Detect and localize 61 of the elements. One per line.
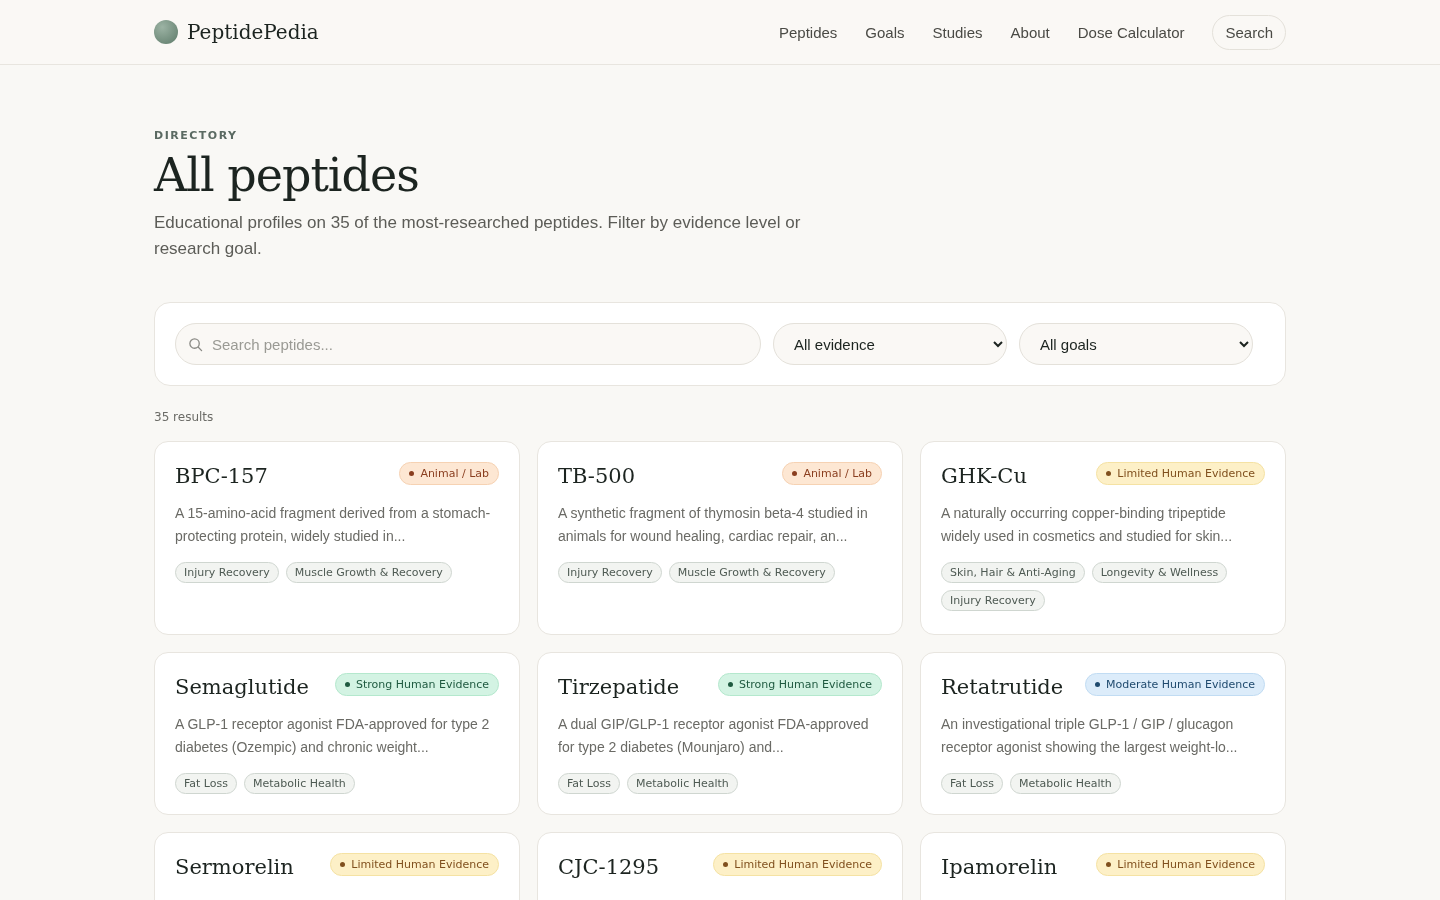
- logo-icon: [154, 20, 178, 44]
- goal-tag[interactable]: Injury Recovery: [941, 590, 1045, 611]
- nav-link[interactable]: About: [1010, 23, 1050, 41]
- nav-link[interactable]: Dose Calculator: [1077, 23, 1185, 41]
- evidence-dropdown[interactable]: All evidence: [773, 323, 1007, 365]
- goal-tag[interactable]: Muscle Growth & Recovery: [285, 562, 452, 583]
- eyebrow: DIRECTORY: [154, 129, 239, 142]
- search-field[interactable]: Search peptides...: [175, 323, 761, 365]
- peptide-card[interactable]: Retatrutide Moderate Human Evidence An investigational triple GLP-1 / GIP / glucagon receptor agonist showing the largest weight-lo... Fat Loss Metabolic Health: [920, 652, 1286, 815]
- evidence-badge: Strong Human Evidence: [718, 673, 882, 696]
- peptide-card[interactable]: GHK-Cu Limited Human Evidence A naturally occurring copper-binding tripeptide widely used in cosmetics and studied for skin... Skin, Hair & Anti-Aging Longevity & Wellness Injury Recovery: [920, 441, 1286, 635]
- peptide-description: A 15-amino-acid fragment derived from a stomach-protecting protein, widely studied in...: [175, 504, 492, 546]
- peptide-name: CJC-1295: [558, 855, 660, 879]
- page-subtitle: Educational profiles on 35 of the most-researched peptides. Filter by evidence level or research goal.: [154, 212, 802, 260]
- peptide-description: A dual GIP/GLP-1 receptor agonist FDA-approved for type 2 diabetes (Mounjaro) and...: [558, 715, 870, 757]
- peptide-name: Ipamorelin: [941, 855, 1058, 879]
- peptide-name: GHK-Cu: [941, 464, 1027, 488]
- peptide-card[interactable]: Ipamorelin Limited Human Evidence: [920, 832, 1286, 900]
- nav-link[interactable]: Studies: [932, 23, 983, 41]
- evidence-badge: Limited Human Evidence: [1096, 853, 1265, 876]
- evidence-badge: Strong Human Evidence: [335, 673, 499, 696]
- peptide-description: A naturally occurring copper-binding tripeptide widely used in cosmetics and studied for skin...: [941, 504, 1234, 546]
- nav-link[interactable]: Goals: [865, 23, 905, 41]
- goal-tag[interactable]: Skin, Hair & Anti-Aging: [941, 562, 1085, 583]
- evidence-badge: Limited Human Evidence: [1096, 462, 1265, 485]
- results-count: 35 results: [154, 410, 215, 424]
- peptide-card[interactable]: Sermorelin Limited Human Evidence: [154, 832, 520, 900]
- peptide-card[interactable]: Tirzepatide Strong Human Evidence A dual GIP/GLP-1 receptor agonist FDA-approved for type 2 diabetes (Mounjaro) and... Fat Loss Metabolic Health: [537, 652, 903, 815]
- peptide-card[interactable]: CJC-1295 Limited Human Evidence: [537, 832, 903, 900]
- logo[interactable]: PeptidePedia: [187, 20, 319, 44]
- peptide-card[interactable]: TB-500 Animal / Lab A synthetic fragment of thymosin beta-4 studied in animals for wound healing, cardiac repair, an... Injury Recovery Muscle Growth & Recovery: [537, 441, 903, 635]
- goal-tag[interactable]: Metabolic Health: [244, 773, 355, 794]
- goal-tag[interactable]: Fat Loss: [558, 773, 620, 794]
- peptide-description: An investigational triple GLP-1 / GIP / glucagon receptor agonist showing the largest weight-lo...: [941, 715, 1239, 757]
- goal-tag[interactable]: Muscle Growth & Recovery: [668, 562, 835, 583]
- peptide-name: TB-500: [558, 464, 635, 488]
- goal-tag[interactable]: Metabolic Health: [627, 773, 738, 794]
- peptide-description: A GLP-1 receptor agonist FDA-approved for type 2 diabetes (Ozempic) and chronic weight...: [175, 715, 491, 757]
- peptide-description: A synthetic fragment of thymosin beta-4 studied in animals for wound healing, cardiac repair, an...: [558, 504, 869, 546]
- goal-tag[interactable]: Longevity & Wellness: [1091, 562, 1228, 583]
- goals-dropdown[interactable]: All goals: [1019, 323, 1253, 365]
- goal-tag[interactable]: Metabolic Health: [1010, 773, 1121, 794]
- search-icon: [188, 337, 203, 352]
- evidence-badge: Animal / Lab: [782, 462, 882, 485]
- peptide-name: Tirzepatide: [558, 675, 680, 699]
- evidence-badge: Limited Human Evidence: [713, 853, 882, 876]
- peptide-name: Semaglutide: [175, 675, 309, 699]
- peptide-card[interactable]: BPC-157 Animal / Lab A 15-amino-acid fragment derived from a stomach-protecting protein, widely studied in... Injury Recovery Muscle Growth & Recovery: [154, 441, 520, 635]
- peptide-name: BPC-157: [175, 464, 268, 488]
- peptide-name: Retatrutide: [941, 675, 1064, 699]
- goal-tag[interactable]: Injury Recovery: [558, 562, 662, 583]
- nav-link[interactable]: Peptides: [778, 23, 838, 41]
- goal-tag[interactable]: Fat Loss: [175, 773, 237, 794]
- peptide-name: Sermorelin: [175, 855, 294, 879]
- evidence-badge: Moderate Human Evidence: [1084, 673, 1265, 696]
- evidence-badge: Limited Human Evidence: [330, 853, 499, 876]
- goal-tag[interactable]: Injury Recovery: [175, 562, 279, 583]
- goal-tag[interactable]: Fat Loss: [941, 773, 1003, 794]
- peptide-card[interactable]: Semaglutide Strong Human Evidence A GLP-1 receptor agonist FDA-approved for type 2 diabetes (Ozempic) and chronic weight... Fat Loss Metabolic Health: [154, 652, 520, 815]
- page-title: All peptides: [154, 148, 420, 202]
- evidence-badge: Animal / Lab: [399, 462, 499, 485]
